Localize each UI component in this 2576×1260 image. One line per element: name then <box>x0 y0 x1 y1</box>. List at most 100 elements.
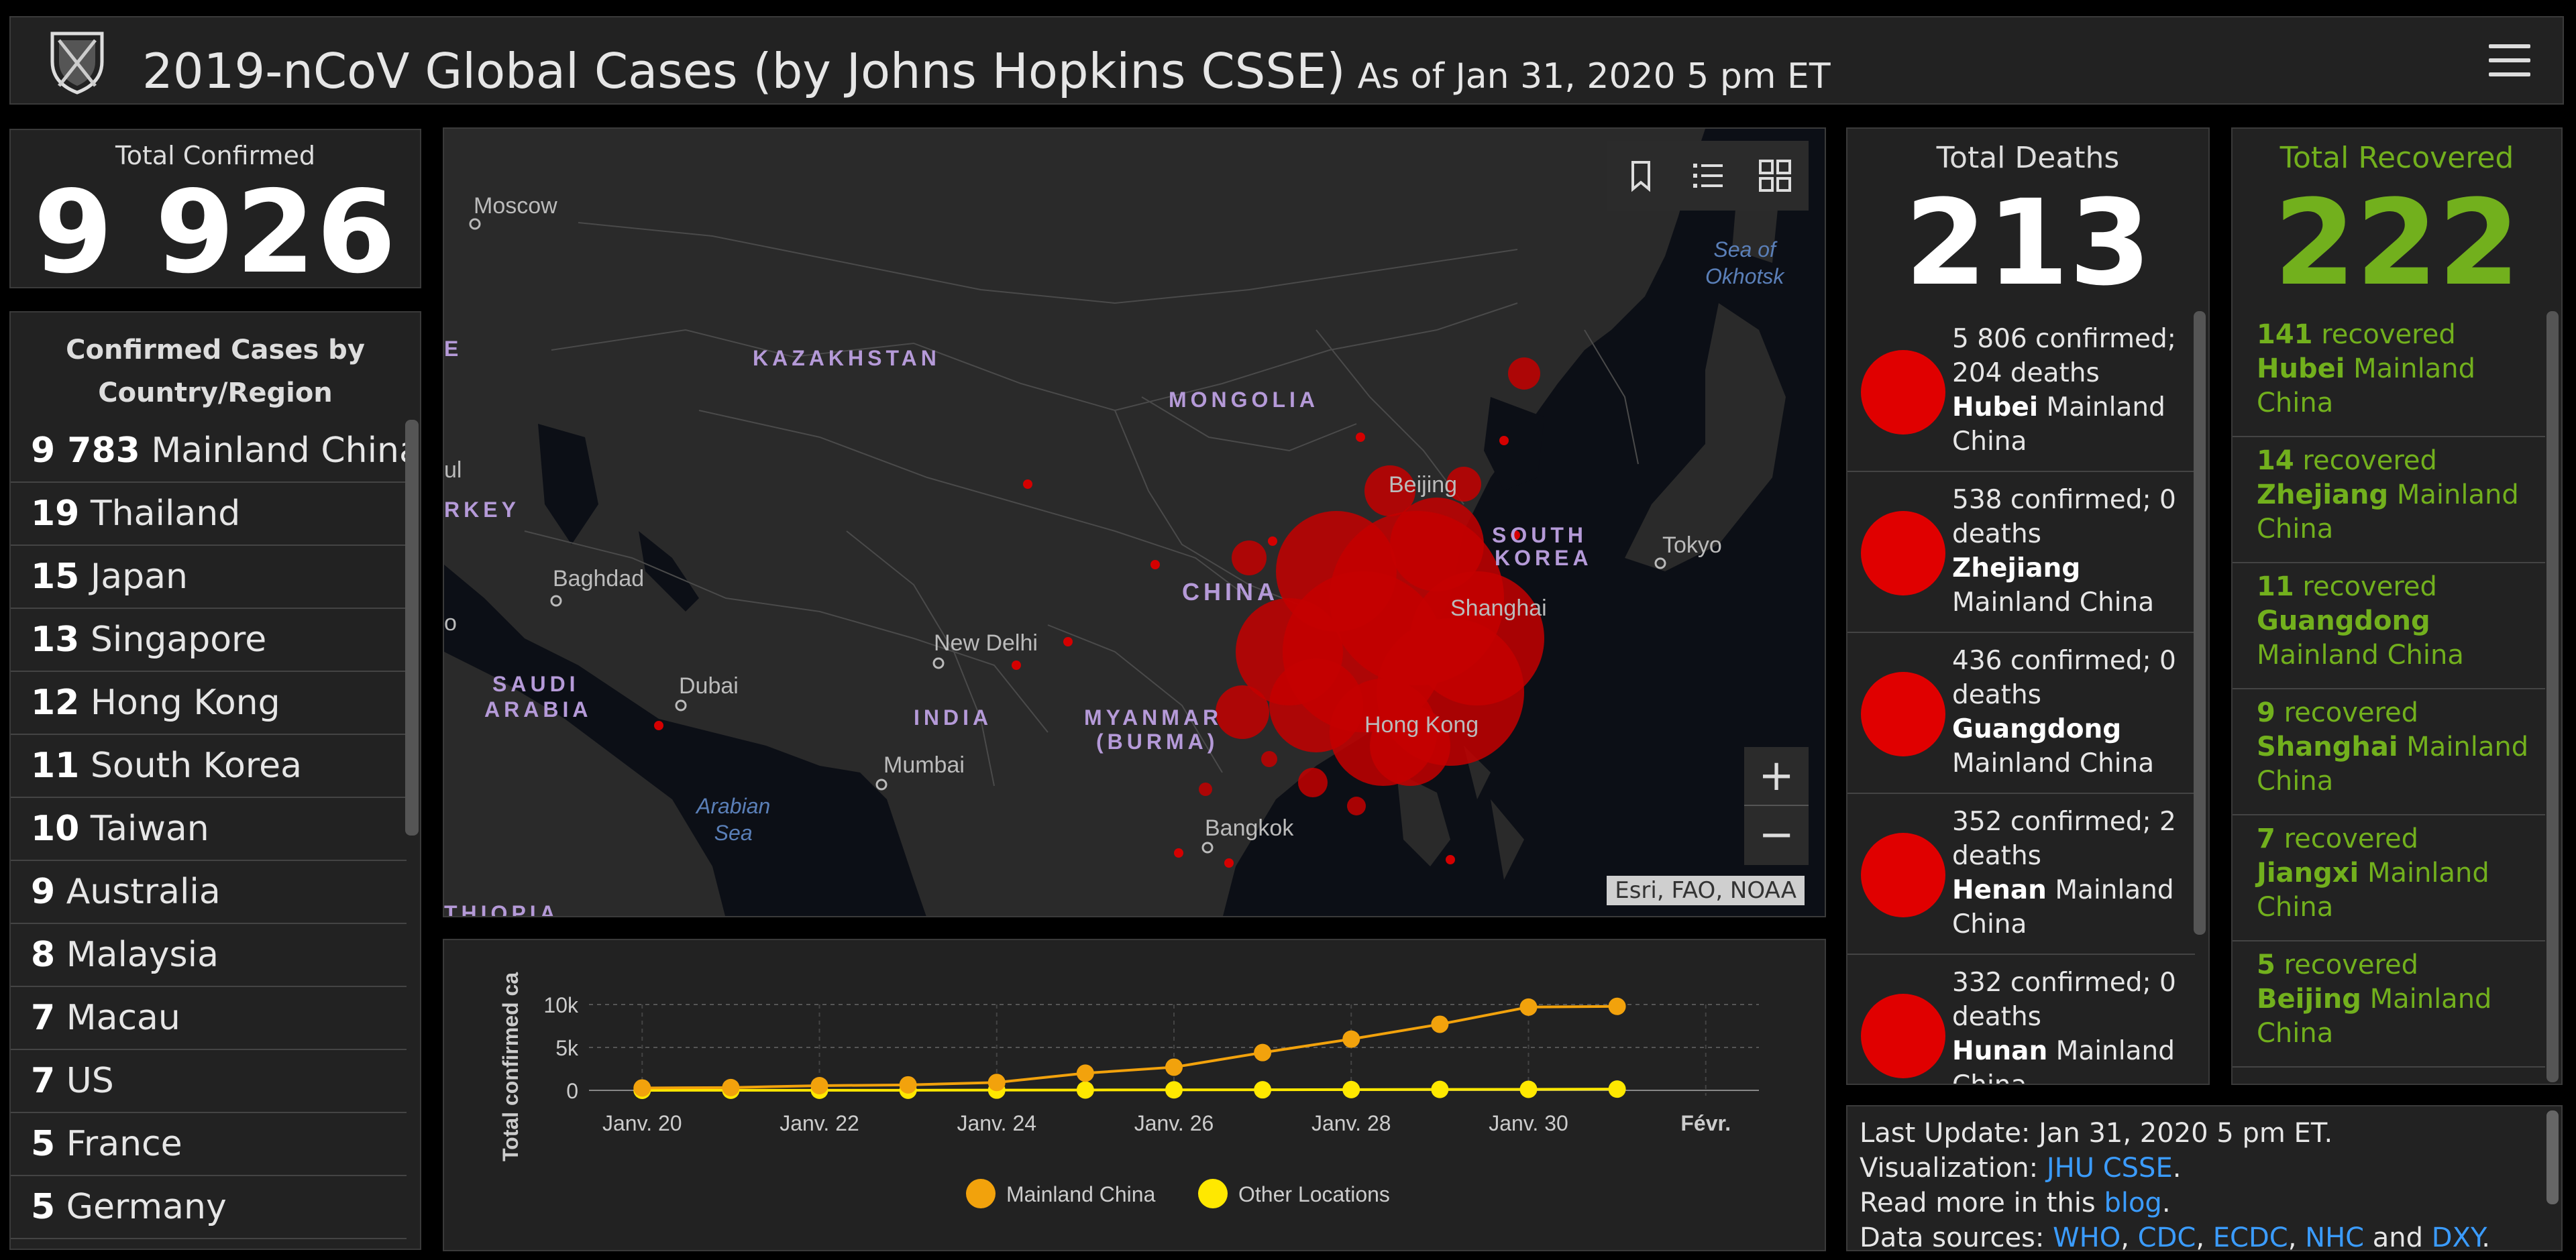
country-name: Germany <box>66 1187 227 1227</box>
country-row[interactable]: 15 Japan <box>11 546 407 609</box>
nhc-link[interactable]: NHC <box>2305 1222 2364 1250</box>
country-name: Japan <box>90 557 188 597</box>
dxy-link[interactable]: DXY <box>2432 1222 2482 1250</box>
recovered-list: 141 recovered Hubei Mainland China 14 reco… <box>2233 311 2545 1068</box>
recovered-region: Hubei <box>2257 353 2345 384</box>
chart-point-series-0 <box>1076 1064 1094 1082</box>
chart-point-series-1 <box>1342 1080 1360 1098</box>
map-fragment-1: E <box>444 337 463 361</box>
map-country-south: SOUTH <box>1492 523 1587 547</box>
country-name: Taiwan <box>90 809 209 849</box>
country-row[interactable]: 9 783 Mainland China <box>11 420 420 483</box>
country-row[interactable]: 7 Macau <box>11 987 407 1050</box>
blog-link[interactable]: blog <box>2104 1188 2161 1218</box>
blog-period: . <box>2161 1188 2171 1218</box>
chart-point-series-0 <box>899 1076 917 1094</box>
deaths-list-scrollbar[interactable] <box>2194 311 2206 935</box>
map-view[interactable]: Moscow Baghdad Dubai New Delhi Mumbai Ba… <box>443 127 1826 917</box>
country-row[interactable]: 9 Australia <box>11 861 407 924</box>
zoom-in-button[interactable]: + <box>1744 747 1809 806</box>
chart-point-series-0 <box>633 1079 651 1097</box>
country-row[interactable]: 5 Germany <box>11 1176 407 1239</box>
ecdc-link[interactable]: ECDC <box>2213 1222 2288 1250</box>
recovered-list-scrollbar[interactable] <box>2546 311 2559 1082</box>
recovered-row[interactable]: 11 recovered Guangdong Mainland China <box>2233 563 2545 689</box>
chart-point-series-1 <box>1431 1080 1449 1098</box>
map-country-india: INDIA <box>914 705 993 730</box>
death-stats: 352 confirmed; 2 deaths <box>1952 807 2176 871</box>
blog-line: Read more in this blog. <box>1860 1186 2490 1220</box>
hamburger-menu-icon[interactable] <box>2489 44 2530 79</box>
country-name: Hong Kong <box>90 683 280 723</box>
death-row[interactable]: 538 confirmed; 0 deaths Zhejiang Mainland… <box>1847 472 2195 633</box>
blog-prefix: Read more in this <box>1860 1188 2104 1218</box>
chart-point-series-1 <box>1254 1081 1272 1099</box>
country-row[interactable]: 10 Taiwan <box>11 798 407 861</box>
viz-period: . <box>2172 1153 2182 1184</box>
country-count: 11 <box>31 746 80 786</box>
chart-x-tick-label: Févr. <box>1680 1111 1731 1135</box>
country-count: 7 <box>31 998 56 1038</box>
death-row-text: 538 confirmed; 0 deaths Zhejiang Mainland… <box>1952 483 2194 620</box>
recovered-region: Shanghai <box>2257 732 2398 762</box>
sep-comma: , <box>2121 1222 2138 1251</box>
red-dot-icon <box>1861 833 1945 917</box>
sea-okhotsk-line1: Sea of <box>1713 237 1776 262</box>
death-row[interactable]: 332 confirmed; 0 deathsHunan Mainland Ch… <box>1847 955 2195 1084</box>
country-row[interactable]: 7 US <box>11 1050 407 1113</box>
recovered-word: recovered <box>2302 445 2437 476</box>
country-row[interactable]: 19 Thailand <box>11 483 407 546</box>
chart-point-series-0 <box>1342 1030 1360 1048</box>
death-stats: 332 confirmed; 0 deaths <box>1952 968 2176 1032</box>
chart-point-series-0 <box>987 1074 1006 1092</box>
sea-arabian-line2: Sea <box>714 821 753 845</box>
country-row[interactable]: 12 Hong Kong <box>11 672 407 735</box>
map-city-dubai: Dubai <box>679 673 739 699</box>
recovered-row[interactable]: 5 recovered Beijing Mainland China <box>2233 941 2545 1068</box>
chart-point-series-0 <box>722 1078 740 1096</box>
country-row[interactable]: 11 South Korea <box>11 735 407 798</box>
recovered-word: recovered <box>2284 823 2419 854</box>
sea-okhotsk-line2: Okhotsk <box>1705 264 1784 288</box>
country-row[interactable]: 5 France <box>11 1113 407 1176</box>
map-toolbar <box>1607 141 1809 211</box>
country-name: Australia <box>66 872 221 912</box>
recovered-count: 141 <box>2257 319 2313 350</box>
death-row[interactable]: 5 806 confirmed; 204 deaths Hubei Mainlan… <box>1847 311 2195 472</box>
recovered-count: 14 <box>2257 445 2294 476</box>
who-link[interactable]: WHO <box>2053 1222 2121 1250</box>
recovered-row[interactable]: 141 recovered Hubei Mainland China <box>2233 311 2545 437</box>
chart-point-series-0 <box>810 1076 828 1094</box>
zoom-out-button[interactable]: − <box>1744 806 1809 865</box>
chart-point-series-1 <box>1165 1081 1183 1099</box>
cases-chart-panel: 0 5k 10k Janv. 20 Janv. 22 Janv. 24 Janv. 26 Ja… <box>443 939 1826 1251</box>
chart-y-tick-label: 0 <box>566 1079 578 1103</box>
bookmark-icon[interactable] <box>1622 157 1660 194</box>
recovered-row[interactable]: 7 recovered Jiangxi Mainland China <box>2233 815 2545 941</box>
red-dot-icon <box>1861 672 1945 756</box>
header-bar: 2019-nCoV Global Cases (by Johns Hopkins… <box>9 16 2564 105</box>
map-country-korea: KOREA <box>1495 546 1593 570</box>
recovered-row[interactable]: 9 recovered Shanghai Mainland China <box>2233 689 2545 815</box>
country-row[interactable]: 8 Malaysia <box>11 924 407 987</box>
cdc-link[interactable]: CDC <box>2138 1222 2196 1250</box>
chart-point-series-1 <box>1519 1080 1538 1098</box>
total-deaths-value: 213 <box>1904 174 2151 312</box>
chart-x-tick-label: Janv. 30 <box>1489 1111 1568 1135</box>
country-list-scrollbar[interactable] <box>405 420 419 836</box>
info-scrollbar[interactable] <box>2546 1110 2559 1204</box>
viz-prefix: Visualization: <box>1860 1153 2047 1184</box>
country-row[interactable]: 13 Singapore <box>11 609 407 672</box>
death-row[interactable]: 352 confirmed; 2 deaths Henan Mainland Ch… <box>1847 794 2195 955</box>
zoom-controls: + − <box>1744 747 1809 865</box>
basemap-gallery-icon[interactable] <box>1756 157 1794 194</box>
map-city-bangkok: Bangkok <box>1205 815 1294 841</box>
title-text: 2019-nCoV Global Cases (by Johns Hopkins… <box>142 43 1346 99</box>
map-fragment-2: ul <box>444 457 462 483</box>
country-list-panel: Confirmed Cases by Country/Region 9 783 … <box>9 311 421 1250</box>
jhu-csse-link[interactable]: JHU CSSE <box>2047 1153 2173 1184</box>
country-title-line1: Confirmed Cases by <box>66 335 365 365</box>
death-row[interactable]: 436 confirmed; 0 deaths Guangdong Mainlan… <box>1847 633 2195 794</box>
list-icon[interactable] <box>1689 157 1727 194</box>
recovered-row[interactable]: 14 recovered Zhejiang Mainland China <box>2233 437 2545 563</box>
